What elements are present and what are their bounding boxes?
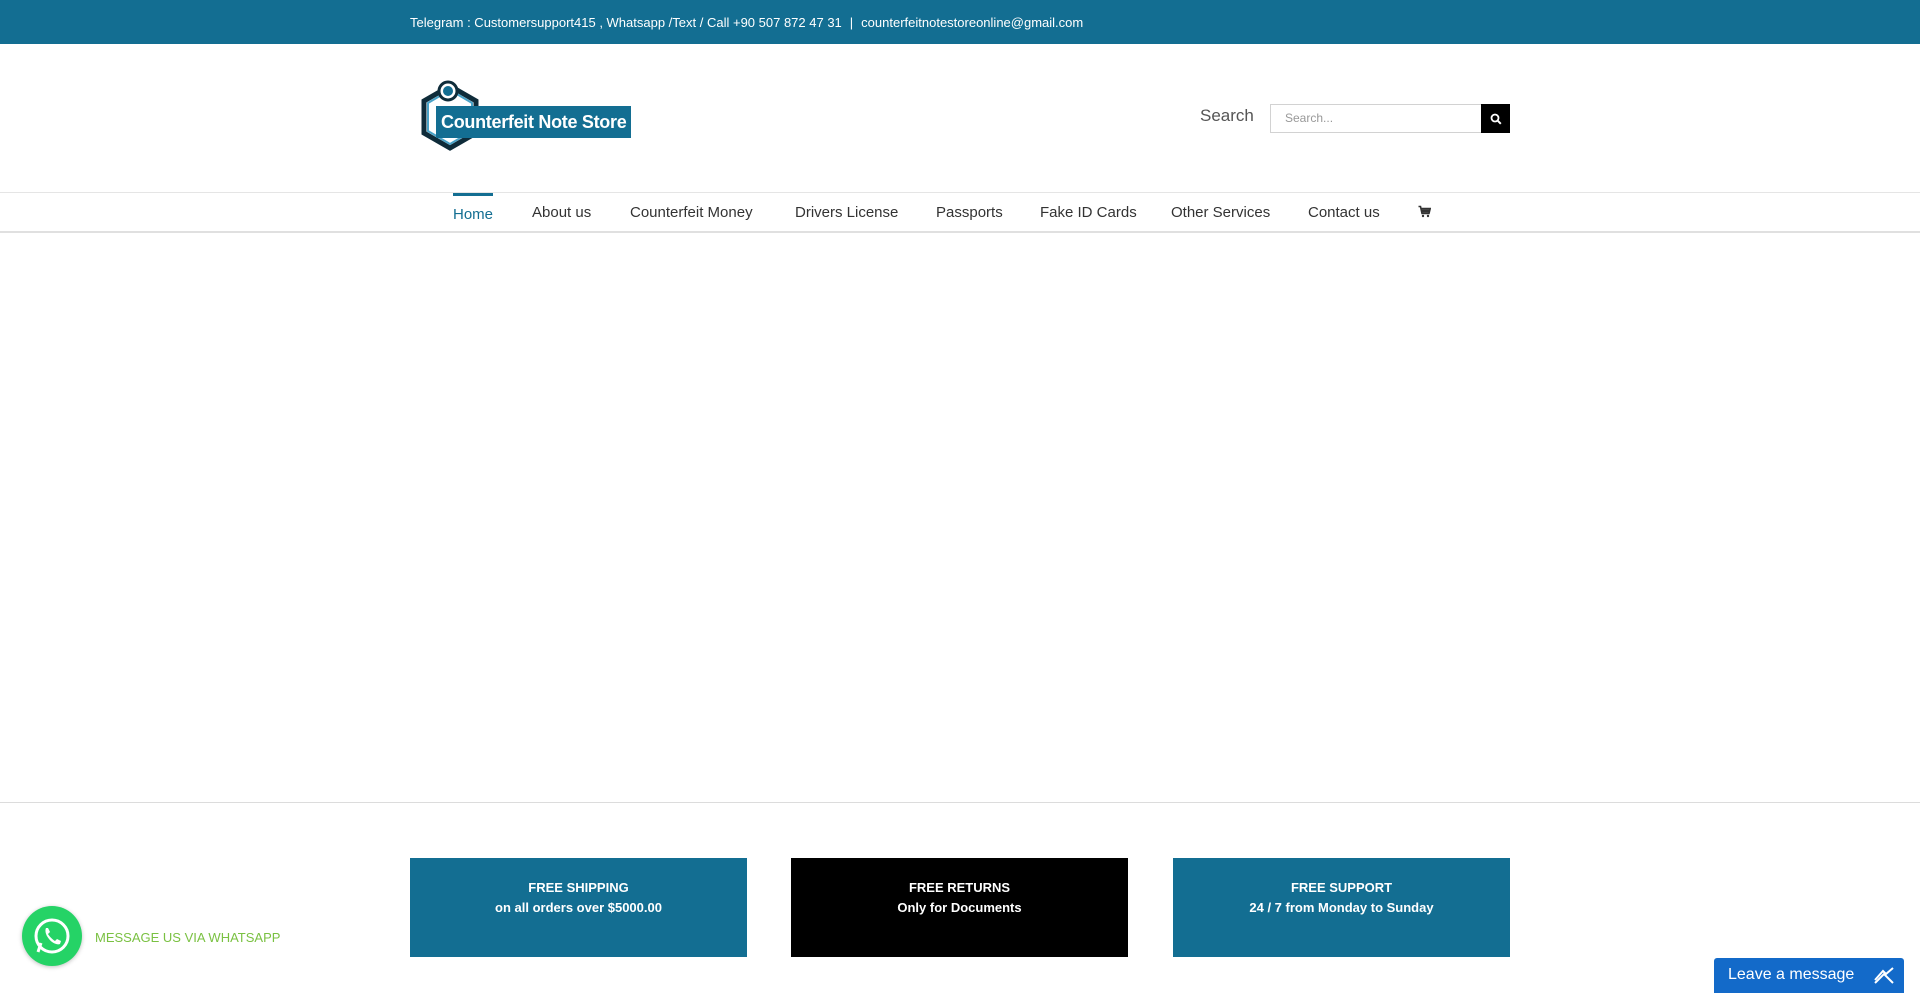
site-header: Counterfeit Note Store Search Search... xyxy=(0,44,1920,192)
nav-item-home[interactable]: Home xyxy=(453,193,494,233)
contact-text: Telegram : Customersupport415 , Whatsapp… xyxy=(410,15,842,30)
nav-item-passports[interactable]: Passports xyxy=(936,193,1003,233)
cart-icon[interactable] xyxy=(1418,205,1432,223)
feature-free-support: FREE SUPPORT 24 / 7 from Monday to Sunda… xyxy=(1173,858,1510,957)
feature-title: FREE SUPPORT xyxy=(1290,880,1393,895)
feature-subtitle: 24 / 7 from Monday to Sunday xyxy=(1249,900,1434,915)
feature-subtitle: on all orders over $5000.00 xyxy=(495,900,662,915)
search-button[interactable] xyxy=(1481,104,1510,133)
chat-label: Leave a message xyxy=(1728,966,1855,983)
feature-free-shipping: FREE SHIPPING on all orders over $5000.0… xyxy=(410,858,747,957)
main-content xyxy=(0,235,1920,801)
site-logo[interactable]: Counterfeit Note Store xyxy=(414,79,632,159)
feature-title: FREE RETURNS xyxy=(908,880,1011,895)
nav-item-counterfeit-money[interactable]: Counterfeit Money xyxy=(630,193,753,233)
main-nav: Home About us Counterfeit Money Drivers … xyxy=(0,192,1920,233)
top-bar: Telegram : Customersupport415 , Whatsapp… xyxy=(0,0,1920,44)
nav-item-contact-us[interactable]: Contact us xyxy=(1308,193,1380,233)
nav-item-fake-id-cards[interactable]: Fake ID Cards xyxy=(1040,193,1137,233)
feature-title: FREE SHIPPING xyxy=(528,880,629,895)
whatsapp-link[interactable]: MESSAGE US VIA WHATSAPP xyxy=(95,930,280,945)
nav-item-about-us[interactable]: About us xyxy=(532,193,591,233)
contact-info: Telegram : Customersupport415 , Whatsapp… xyxy=(410,15,1083,30)
contact-email-link[interactable]: counterfeitnotestoreonline@gmail.com xyxy=(861,15,1083,30)
search-input[interactable]: Search... xyxy=(1270,104,1482,133)
feature-subtitle: Only for Documents xyxy=(897,900,1022,915)
footer-divider xyxy=(0,802,1920,803)
whatsapp-icon[interactable] xyxy=(22,906,82,966)
nav-item-other-services[interactable]: Other Services xyxy=(1171,193,1270,233)
feature-free-returns: FREE RETURNS Only for Documents xyxy=(791,858,1128,957)
search-label: Search xyxy=(1200,106,1254,125)
maximize-icon[interactable] xyxy=(1874,966,1894,989)
logo-text: Counterfeit Note Store xyxy=(436,106,632,138)
search-icon xyxy=(1490,113,1502,125)
chat-widget[interactable]: Leave a message xyxy=(1714,958,1904,993)
contact-separator: | xyxy=(849,15,854,30)
nav-item-drivers-license[interactable]: Drivers License xyxy=(795,193,898,233)
